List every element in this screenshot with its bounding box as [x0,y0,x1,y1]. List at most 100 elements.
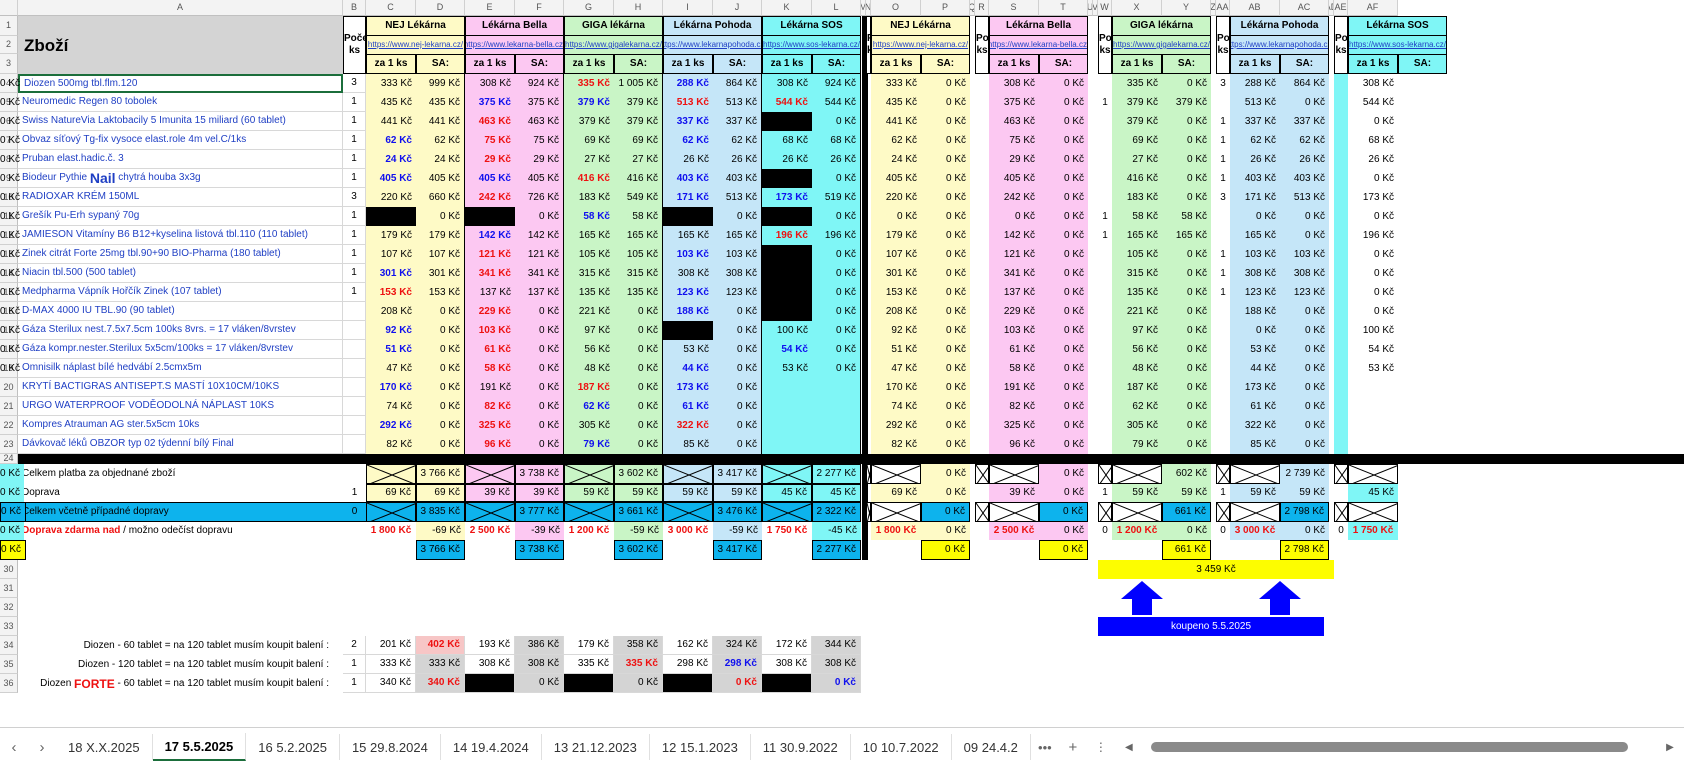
price-cell[interactable]: 29 Kč [515,150,564,169]
diozen-value[interactable]: 298 Kč [663,655,713,674]
price-cell[interactable]: 75 Kč [465,131,515,150]
qty2-cell[interactable] [1334,207,1348,226]
diozen-value[interactable]: 193 Kč [465,636,515,655]
price-cell-right[interactable]: 292 Kč [871,416,921,435]
doprava-value[interactable]: 45 Kč [812,484,861,502]
qty2-cell[interactable] [975,245,989,264]
sum-cell-right[interactable]: 0 Kč [1280,93,1329,112]
price-cell[interactable]: 105 Kč [564,245,614,264]
price-cell[interactable]: 165 Kč [614,226,663,245]
price-cell[interactable]: 27 Kč [564,150,614,169]
price-cell-right[interactable]: 68 Kč [1348,131,1398,150]
qty2-cell[interactable] [1098,264,1112,283]
qty2-cell[interactable] [1216,207,1230,226]
product-name[interactable]: RADIOXAR KRÉM 150ML [18,188,343,207]
diozen-value[interactable]: 340 Kč [416,674,465,693]
sum-cell-right[interactable]: 0 Kč [1039,207,1088,226]
price-cell-right[interactable]: 379 Kč [1112,93,1162,112]
price-cell-right[interactable]: 288 Kč [1230,74,1280,93]
product-name[interactable]: D-MAX 4000 IU TBL.90 (90 tablet) [18,302,343,321]
scroll-right-icon[interactable]: ▶ [1656,734,1684,760]
sum-cell-right[interactable]: 0 Kč [921,112,970,131]
price-cell-right[interactable]: 188 Kč [1230,302,1280,321]
price-cell-right[interactable]: 165 Kč [1112,226,1162,245]
zdarma-right-sum[interactable]: 0 Kč [921,522,970,540]
price-cell[interactable]: 0 Kč [515,397,564,416]
sum-cell-right[interactable]: 0 Kč [1162,188,1211,207]
price-cell-right[interactable]: 173 Kč [1348,188,1398,207]
zdarma-qty2[interactable]: 0 [1216,522,1230,540]
sum-cell-right[interactable]: 58 Kč [1162,207,1211,226]
price-cell[interactable]: 82 Kč [366,435,416,454]
qty2-cell[interactable] [1334,378,1348,397]
vcetne-value-right[interactable]: 0 Kč [921,502,970,522]
price-cell[interactable]: 337 Kč [713,112,762,131]
diozen-value[interactable] [465,674,515,693]
price-cell[interactable]: 435 Kč [416,93,465,112]
price-cell[interactable]: 103 Kč [713,245,762,264]
sum-cell-right[interactable]: 0 Kč [1039,359,1088,378]
doprava-right-sum[interactable]: 0 Kč [921,484,970,502]
sum-cell-right[interactable]: 0 Kč [1039,397,1088,416]
price-cell[interactable]: 315 Kč [564,264,614,283]
sheet-tab[interactable]: 17 5.5.2025 [152,733,247,761]
price-cell-right[interactable]: 229 Kč [989,302,1039,321]
qty-cell[interactable]: 1 [343,112,366,131]
price-cell-right[interactable]: 170 Kč [871,378,921,397]
price-cell[interactable]: 26 Kč [713,150,762,169]
product-name[interactable]: Gáza Sterilux nest.7.5x7.5cm 100ks 8vrs.… [18,321,343,340]
qty2-cell[interactable] [1098,340,1112,359]
price-cell-right[interactable]: 61 Kč [1230,397,1280,416]
sum-cell-right[interactable]: 0 Kč [1162,112,1211,131]
row-header[interactable]: 31 [0,579,18,598]
diozen-qty[interactable]: 1 [343,655,366,674]
price-cell[interactable]: 58 Kč [564,207,614,226]
sum-cell-right[interactable]: 0 Kč [1039,150,1088,169]
sum-cell-right[interactable]: 0 Kč [0,150,24,169]
price-cell[interactable] [663,207,713,226]
sum-cell-right[interactable]: 0 Kč [1162,302,1211,321]
price-cell[interactable]: 441 Kč [416,112,465,131]
price-cell-right[interactable]: 53 Kč [1230,340,1280,359]
qty2-cell[interactable] [1334,226,1348,245]
diozen-value[interactable]: 179 Kč [564,636,614,655]
product-name[interactable]: Pruban elast.hadic.č. 3 [18,150,343,169]
qty-cell[interactable]: 3 [343,74,366,93]
column-header[interactable]: D [416,0,465,16]
price-cell[interactable]: 69 Kč [564,131,614,150]
sum-cell-right[interactable]: 0 Kč [921,416,970,435]
price-cell-right[interactable]: 187 Kč [1112,378,1162,397]
price-cell[interactable]: 403 Kč [713,169,762,188]
sum-cell-right[interactable]: 0 Kč [1162,435,1211,454]
price-cell[interactable]: 26 Kč [663,150,713,169]
price-cell[interactable]: 435 Kč [366,93,416,112]
vcetne-value[interactable]: 2 322 Kč [812,502,861,522]
price-cell-right[interactable]: 97 Kč [1112,321,1162,340]
column-header[interactable]: P [921,0,970,16]
price-cell-right[interactable]: 29 Kč [989,150,1039,169]
column-header[interactable]: AF [1348,0,1398,16]
sheet-tab[interactable]: 15 29.8.2024 [340,734,441,760]
sum-cell-right[interactable]: 0 Kč [1039,264,1088,283]
sum-cell-right[interactable]: 0 Kč [1280,207,1329,226]
price-cell[interactable]: 288 Kč [663,74,713,93]
sheet-menu-icon[interactable]: ⋮ [1087,734,1115,760]
sum-cell-right[interactable]: 0 Kč [1280,340,1329,359]
price-cell-right[interactable]: 463 Kč [989,112,1039,131]
product-name[interactable]: Neuromedic Regen 80 tobolek [18,93,343,112]
sum-cell-right[interactable]: 0 Kč [1039,169,1088,188]
doprava-right[interactable]: 59 Kč [1230,484,1280,502]
sheet-tab[interactable]: 09 24.4.2 [952,734,1031,760]
price-cell-right[interactable]: 103 Kč [989,321,1039,340]
sum-cell-right[interactable]: 0 Kč [1039,74,1088,93]
price-cell[interactable]: 62 Kč [366,131,416,150]
row29-value[interactable]: 3 738 Kč [515,540,564,560]
diozen-value[interactable]: 0 Kč [812,674,861,693]
price-cell[interactable]: 208 Kč [366,302,416,321]
price-cell-right[interactable]: 135 Kč [1112,283,1162,302]
sum-cell-right[interactable]: 0 Kč [1039,416,1088,435]
price-cell[interactable]: 1 005 Kč [614,74,663,93]
zdarma-right[interactable]: 1 200 Kč [1112,522,1162,540]
price-cell-right[interactable]: 308 Kč [989,74,1039,93]
qty2-cell[interactable] [1098,112,1112,131]
